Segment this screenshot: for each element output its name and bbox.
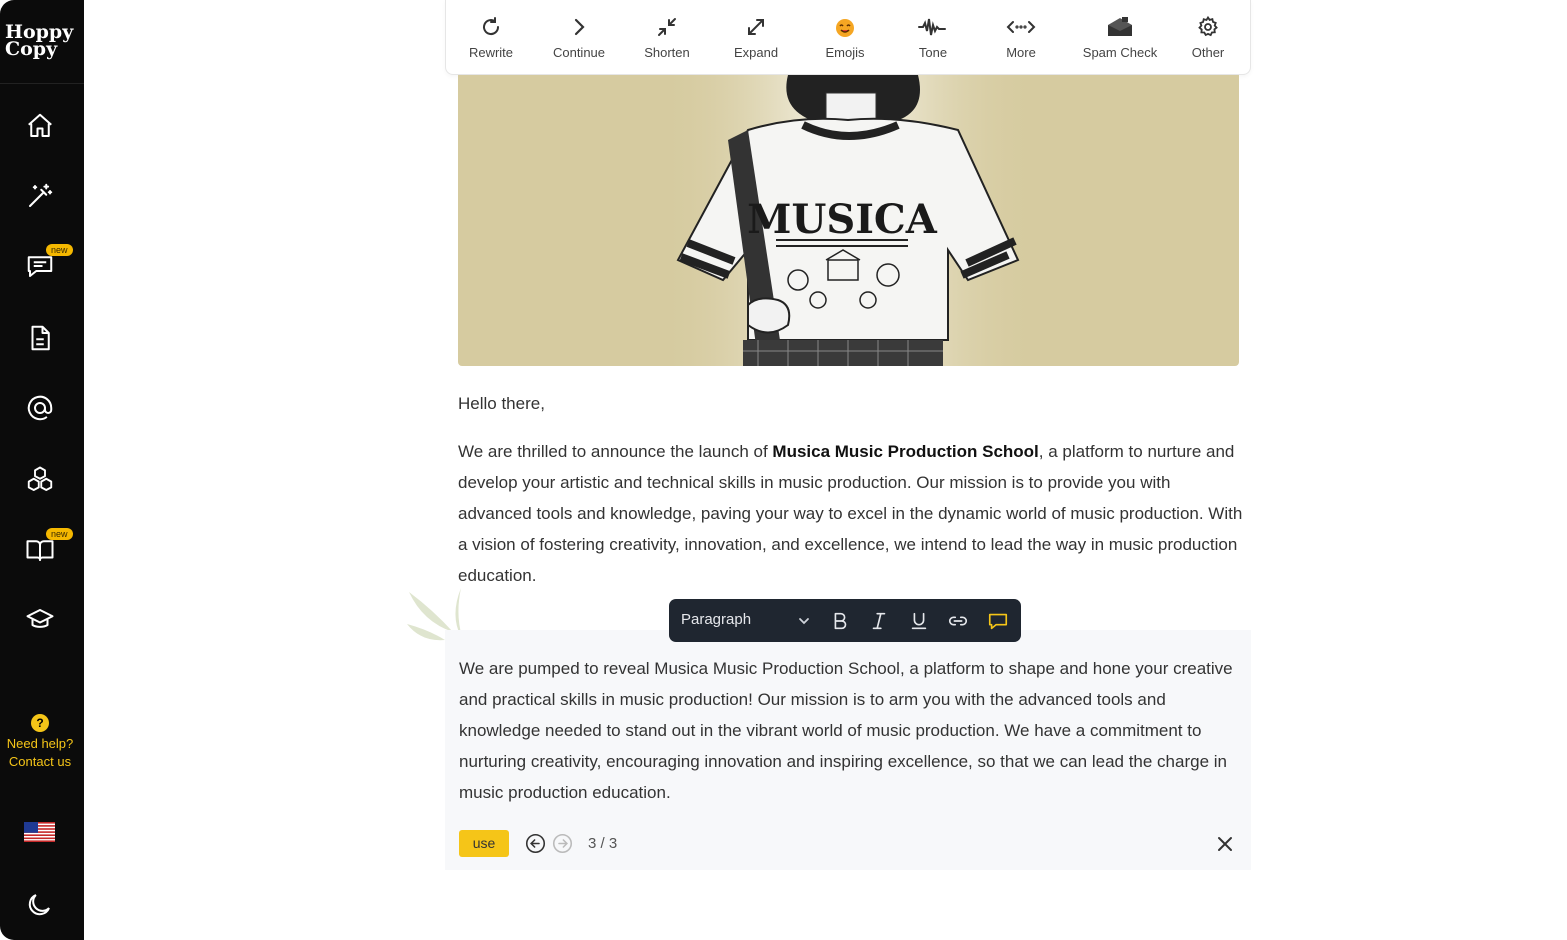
bold-button[interactable] — [827, 608, 853, 634]
previous-suggestion-icon[interactable] — [525, 833, 546, 854]
shrink-icon — [658, 18, 676, 36]
suggestion-panel: We are pumped to reveal Musica Music Pro… — [445, 630, 1251, 870]
expand-icon — [748, 19, 764, 35]
suggestion-counter: 3 / 3 — [588, 835, 618, 852]
underline-button[interactable] — [906, 608, 932, 634]
tone-button[interactable]: Tone — [911, 14, 955, 64]
school-name: Musica Music Production School — [772, 442, 1039, 461]
book-nav[interactable]: new — [18, 528, 73, 572]
italic-button[interactable] — [866, 608, 892, 634]
intro-text-after: , a platform to nurture and develop your… — [458, 442, 1243, 585]
link-icon — [948, 616, 968, 626]
continue-label: Continue — [552, 45, 606, 60]
use-button[interactable]: use — [459, 830, 509, 857]
underline-icon — [911, 612, 927, 630]
comment-icon — [988, 613, 1008, 630]
other-label: Other — [1191, 45, 1225, 60]
cubes-nav[interactable] — [18, 458, 62, 502]
intro-paragraph[interactable]: We are thrilled to announce the launch o… — [458, 436, 1243, 591]
comment-button[interactable] — [985, 608, 1011, 634]
tone-label: Tone — [918, 45, 948, 60]
shorten-label: Shorten — [644, 45, 690, 60]
chat-nav[interactable]: new — [18, 244, 73, 288]
shorten-button[interactable]: Shorten — [639, 14, 695, 64]
help-line-2: Contact us — [8, 754, 72, 769]
expand-button[interactable]: Expand — [730, 14, 782, 64]
waveform-icon — [918, 18, 946, 36]
more-label: More — [1006, 45, 1036, 60]
home-icon — [28, 113, 52, 137]
emojis-button[interactable]: Emojis — [820, 14, 870, 64]
magic-wand-icon — [29, 183, 53, 207]
document-icon — [31, 325, 50, 351]
academy-nav[interactable] — [18, 598, 62, 642]
emoji-icon — [836, 19, 854, 37]
greeting-text: Hello there, — [458, 394, 545, 413]
close-icon[interactable] — [1217, 836, 1233, 852]
rewrite-button[interactable]: Rewrite — [466, 14, 516, 64]
rewrite-label: Rewrite — [468, 45, 514, 60]
help-contact[interactable]: ? Need help? Contact us — [0, 714, 80, 771]
mailbox-icon — [1108, 17, 1132, 36]
chevron-down-icon[interactable] — [797, 614, 811, 628]
at-sign-nav[interactable] — [18, 386, 62, 430]
hero-image: MUSICA — [458, 75, 1239, 366]
format-toolbar: Paragraph — [669, 599, 1021, 642]
next-suggestion-icon[interactable] — [552, 833, 573, 854]
italic-icon — [872, 612, 886, 630]
document-nav[interactable] — [18, 316, 62, 360]
new-badge: new — [46, 528, 73, 540]
magic-wand-nav[interactable] — [18, 174, 62, 218]
at-sign-icon — [27, 395, 53, 421]
new-badge: new — [46, 244, 73, 256]
spam-check-button[interactable]: Spam Check — [1080, 14, 1160, 64]
home-nav[interactable] — [18, 104, 62, 148]
shirt-text: MUSICA — [747, 196, 938, 243]
code-arrows-icon — [1006, 21, 1036, 33]
block-type-select[interactable]: Paragraph — [681, 611, 751, 628]
expand-label: Expand — [733, 45, 779, 60]
rewrite-icon — [483, 17, 500, 36]
other-button[interactable]: Other — [1186, 14, 1230, 64]
sidebar: Hoppy Copy new new ? Need help? Contact … — [0, 0, 84, 940]
ai-toolbar: Rewrite Continue Shorten Expand Emojis T… — [445, 0, 1251, 75]
continue-button[interactable]: Continue — [549, 14, 609, 64]
help-line-1: Need help? — [6, 736, 74, 751]
us-flag-icon[interactable] — [24, 822, 55, 842]
link-button[interactable] — [945, 608, 971, 634]
moon-icon[interactable] — [24, 890, 54, 920]
emojis-label: Emojis — [825, 45, 865, 60]
graduation-cap-icon — [26, 609, 54, 628]
logo[interactable]: Hoppy Copy — [0, 0, 84, 84]
spam-check-label: Spam Check — [1082, 45, 1158, 60]
more-button[interactable]: More — [999, 14, 1043, 64]
cubes-icon — [27, 466, 53, 491]
bold-icon — [834, 612, 847, 630]
intro-text-before: We are thrilled to announce the launch o… — [458, 442, 773, 461]
chevron-right-icon — [574, 18, 585, 36]
logo-text: Hoppy Copy — [5, 21, 74, 60]
illustration: MUSICA — [658, 75, 1038, 366]
help-icon: ? — [31, 714, 49, 732]
suggestion-text[interactable]: We are pumped to reveal Musica Music Pro… — [459, 653, 1239, 808]
gear-icon — [1198, 15, 1218, 37]
